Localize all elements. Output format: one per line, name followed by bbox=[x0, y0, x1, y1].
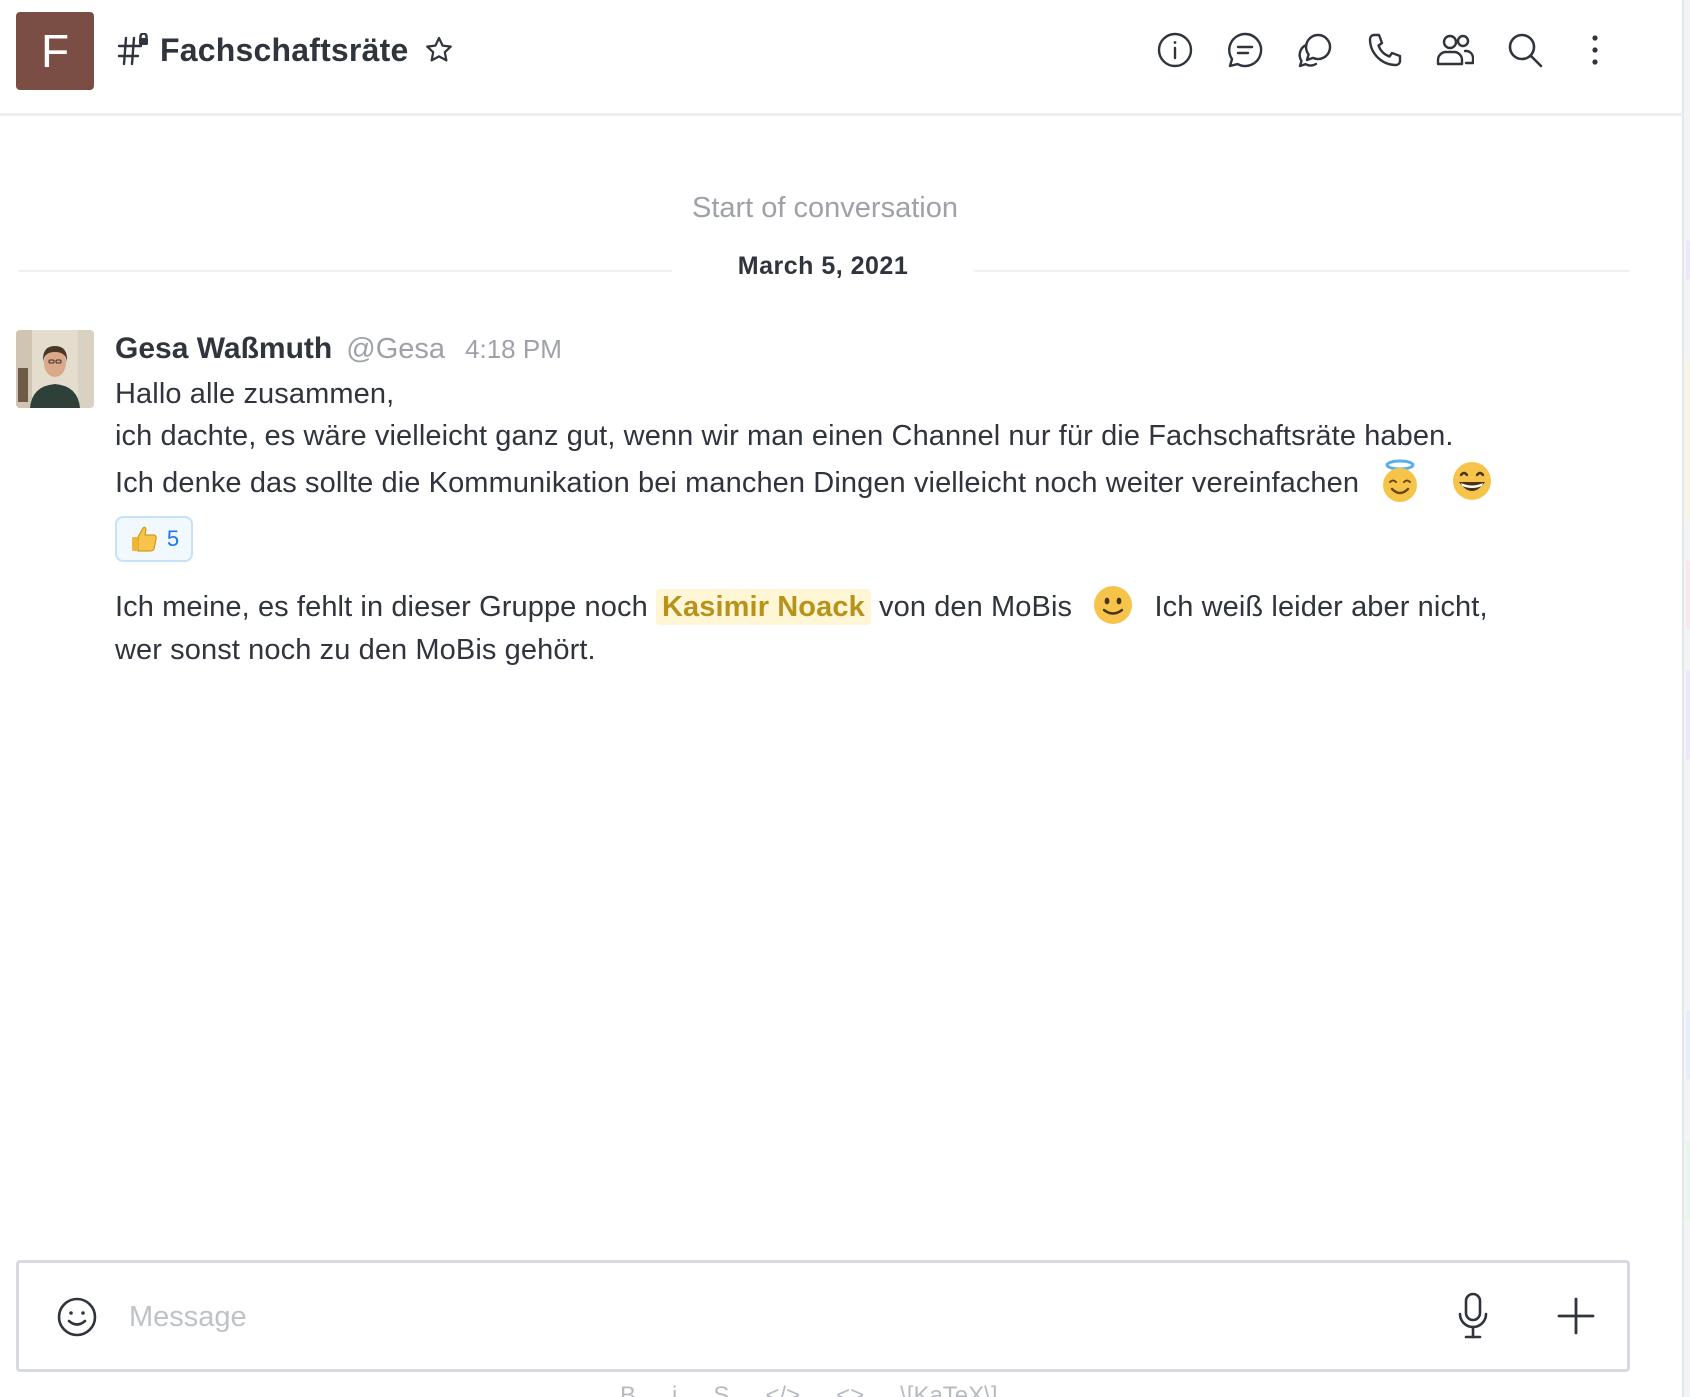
message-header: Gesa Waßmuth @Gesa 4:18 PM bbox=[115, 332, 562, 366]
reaction-thumbs-up[interactable]: 5 bbox=[115, 516, 193, 562]
kebab-menu-icon bbox=[1592, 35, 1598, 65]
phone-icon bbox=[1368, 33, 1402, 67]
format-codeblock-button[interactable]: <> bbox=[836, 1382, 864, 1397]
members-button[interactable] bbox=[1436, 28, 1474, 72]
search-button[interactable] bbox=[1506, 28, 1544, 72]
emoji-picker-icon[interactable] bbox=[55, 1295, 99, 1339]
date-divider-label: March 5, 2021 bbox=[672, 252, 974, 281]
threads-icon bbox=[1298, 33, 1332, 68]
grin-emoji bbox=[1453, 462, 1492, 500]
private-channel-icon bbox=[117, 33, 148, 66]
user-avatar[interactable] bbox=[16, 330, 94, 408]
thumbs-up-emoji bbox=[131, 526, 157, 552]
plus-icon[interactable] bbox=[1555, 1295, 1597, 1337]
formatting-toolbar: B i S </> <> \[KaTeX\] bbox=[620, 1382, 998, 1397]
unread-marker bbox=[1686, 670, 1690, 760]
star-icon[interactable] bbox=[424, 35, 454, 65]
unread-marker bbox=[1686, 1010, 1690, 1080]
chat-window: F Fachschaftsräte Start of conversation … bbox=[0, 0, 1684, 1397]
message-line: ich dachte, es wäre vielleicht ganz gut,… bbox=[115, 420, 1454, 452]
format-strike-button[interactable]: S bbox=[713, 1382, 729, 1397]
message-input[interactable] bbox=[129, 1291, 1429, 1343]
conversation-start-label: Start of conversation bbox=[692, 192, 958, 224]
slight-smile-emoji bbox=[1094, 586, 1133, 624]
discussion-button[interactable] bbox=[1226, 28, 1264, 72]
microphone-icon[interactable] bbox=[1451, 1291, 1495, 1341]
unread-marker bbox=[1686, 360, 1690, 520]
search-icon bbox=[1508, 33, 1543, 68]
message-timestamp: 4:18 PM bbox=[465, 334, 562, 364]
format-bold-button[interactable]: B bbox=[620, 1382, 636, 1397]
room-info-button[interactable] bbox=[1156, 28, 1194, 72]
more-options-button[interactable] bbox=[1576, 28, 1614, 72]
room-avatar[interactable]: F bbox=[16, 12, 94, 90]
message-author[interactable]: Gesa Waßmuth bbox=[115, 332, 332, 366]
innocent-emoji bbox=[1383, 459, 1418, 502]
threads-button[interactable] bbox=[1296, 28, 1334, 72]
unread-marker bbox=[1686, 560, 1690, 630]
user-avatar-photo bbox=[16, 330, 94, 408]
message-composer bbox=[16, 1260, 1630, 1372]
message-line: Hallo alle zusammen, bbox=[115, 378, 395, 410]
message-text: Ich denke das sollte die Kommunikation b… bbox=[115, 467, 1360, 499]
message-text: von den MoBis bbox=[878, 591, 1073, 623]
scrollbar-strip bbox=[1684, 0, 1690, 1397]
message-text: Ich meine, es fehlt in dieser Gruppe noc… bbox=[115, 591, 648, 623]
message-line: wer sonst noch zu den MoBis gehört. bbox=[115, 634, 596, 666]
message-line: Ich meine, es fehlt in dieser Gruppe noc… bbox=[115, 582, 1488, 628]
message-line: Ich denke das sollte die Kommunikation b… bbox=[115, 458, 1495, 504]
info-icon bbox=[1157, 32, 1193, 68]
unread-marker bbox=[1686, 240, 1690, 280]
members-icon bbox=[1436, 34, 1474, 66]
header-toolbar bbox=[1156, 28, 1614, 72]
discussion-icon bbox=[1228, 32, 1263, 68]
user-mention[interactable]: Kasimir Noack bbox=[656, 589, 871, 625]
message-text: Ich weiß leider aber nicht, bbox=[1154, 591, 1488, 623]
reaction-count: 5 bbox=[166, 526, 180, 551]
call-button[interactable] bbox=[1366, 28, 1404, 72]
format-code-button[interactable]: </> bbox=[765, 1382, 800, 1397]
room-title-area[interactable]: Fachschaftsräte bbox=[116, 30, 454, 70]
room-header: F Fachschaftsräte bbox=[0, 0, 1684, 116]
unread-marker bbox=[1686, 1140, 1690, 1220]
format-katex-button[interactable]: \[KaTeX\] bbox=[900, 1382, 997, 1397]
message-username[interactable]: @Gesa bbox=[346, 333, 445, 366]
format-italic-button[interactable]: i bbox=[672, 1382, 677, 1397]
room-title: Fachschaftsräte bbox=[160, 31, 409, 68]
